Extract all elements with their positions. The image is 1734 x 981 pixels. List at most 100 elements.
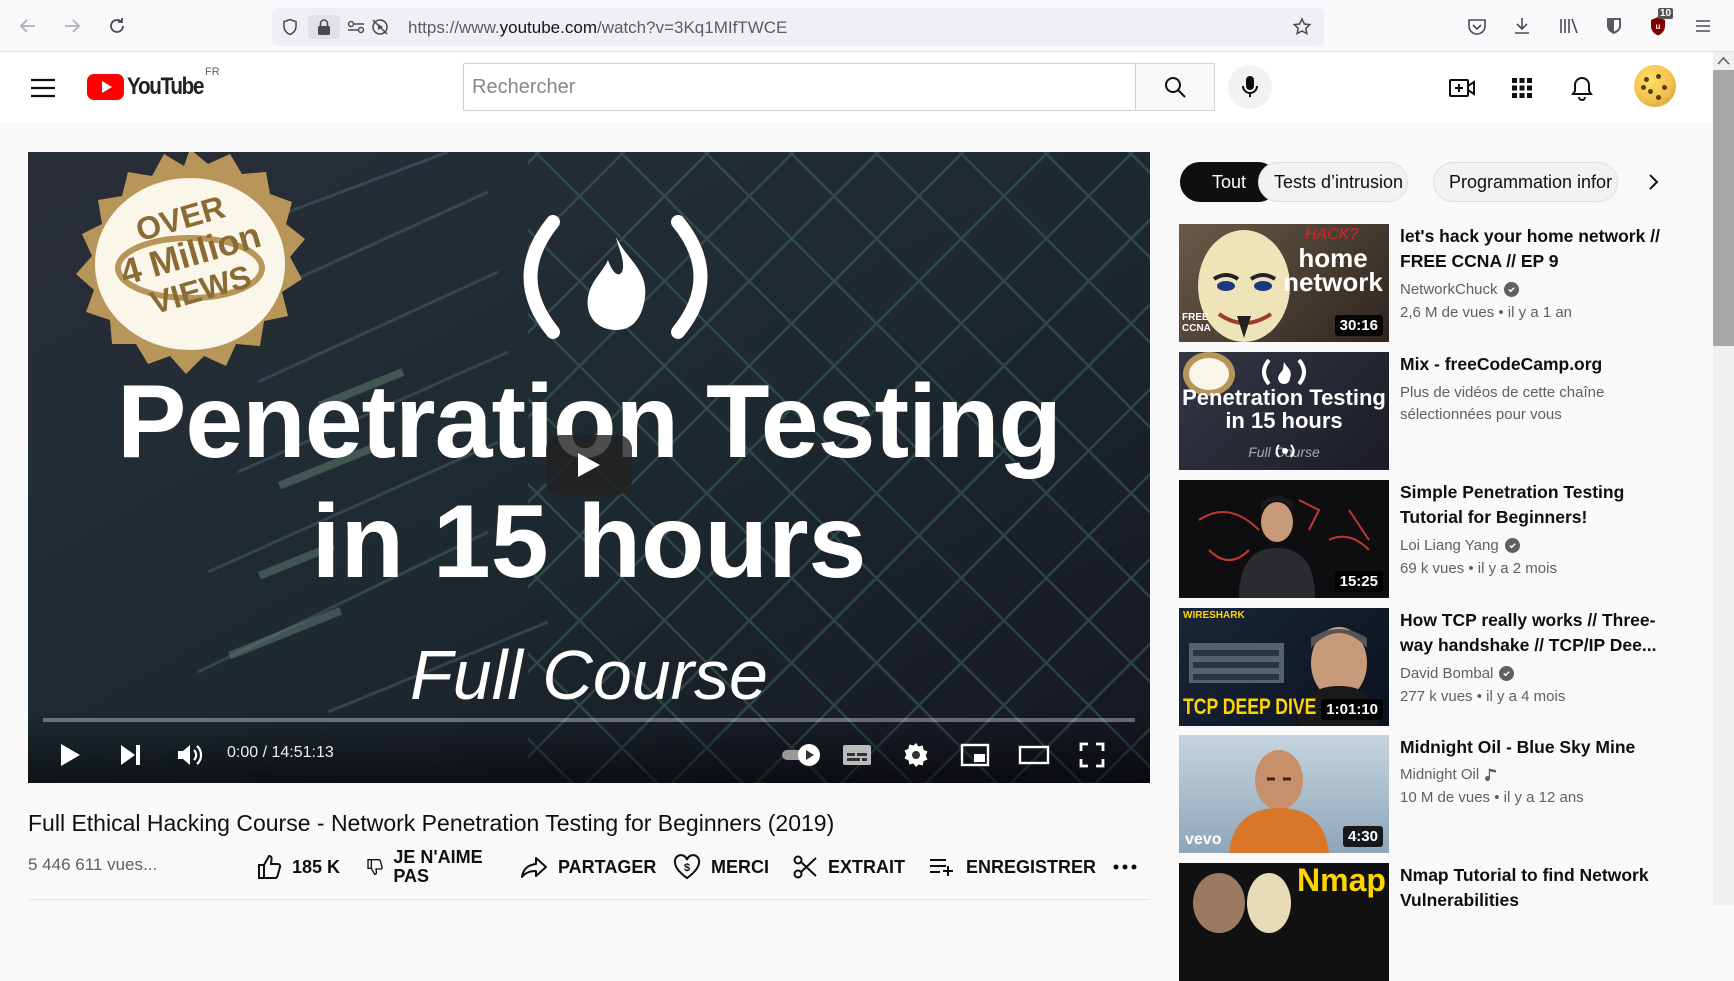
recommendation-item[interactable]: vevo 4:30 Midnight Oil - Blue Sky Mine M… <box>1179 735 1699 853</box>
chip-computer-programming[interactable]: Programmation infor <box>1433 162 1618 202</box>
volume-icon <box>178 745 203 765</box>
save-button[interactable]: ENREGISTRER <box>928 845 1096 889</box>
share-label: PARTAGER <box>558 856 657 877</box>
scissors-icon <box>793 855 817 879</box>
volume-button[interactable] <box>172 737 208 773</box>
recommendation-thumbnail[interactable]: Penetration Testing in 15 hours Full Cour… <box>1179 352 1389 470</box>
youtube-header: YouTube FR <box>0 52 1713 122</box>
pocket-icon[interactable] <box>1463 12 1491 40</box>
arrow-left-icon <box>19 19 35 33</box>
autoplay-blocked-icon[interactable] <box>368 15 392 39</box>
user-avatar[interactable] <box>1634 65 1676 107</box>
back-button[interactable] <box>12 10 44 42</box>
play-icon <box>578 453 600 477</box>
search-icon <box>1165 77 1186 98</box>
browser-toolbar: https://www.youtube.com/watch?v=3Kq1MIfT… <box>0 0 1734 52</box>
recommendation-item[interactable]: Penetration Testing in 15 hours Full Cour… <box>1179 352 1699 470</box>
recommendation-title[interactable]: Midnight Oil - Blue Sky Mine <box>1400 735 1660 760</box>
chips-next-button[interactable] <box>1638 167 1668 197</box>
verified-badge-icon <box>1499 666 1515 681</box>
recommendation-item[interactable]: Nmap Nmap Tutorial to find Network Vulne… <box>1179 863 1699 981</box>
recommendation-title[interactable]: let's hack your home network // FREE CCN… <box>1400 224 1660 274</box>
recommendation-item[interactable]: 15:25 Simple Penetration Testing Tutoria… <box>1179 480 1699 598</box>
recommendation-title[interactable]: How TCP really works // Three-way handsh… <box>1400 608 1660 658</box>
bell-icon <box>1571 76 1593 101</box>
recommendation-thumbnail[interactable]: vevo 4:30 <box>1179 735 1389 853</box>
app-menu-icon[interactable] <box>1689 12 1717 40</box>
search-button[interactable] <box>1135 63 1215 111</box>
create-video-button[interactable] <box>1446 72 1478 104</box>
like-count: 185 K <box>292 856 341 877</box>
subtitles-button[interactable] <box>839 737 875 773</box>
duration-badge: 4:30 <box>1342 826 1383 847</box>
clip-button[interactable]: EXTRAIT <box>792 845 905 889</box>
recommendation-channel[interactable]: NetworkChuck <box>1400 281 1519 298</box>
microphone-icon <box>1242 76 1258 97</box>
voice-search-button[interactable] <box>1228 65 1272 109</box>
url-bar[interactable]: https://www.youtube.com/watch?v=3Kq1MIfT… <box>272 8 1324 46</box>
miniplayer-icon <box>960 743 990 767</box>
country-code: FR <box>205 66 220 78</box>
svg-text:u: u <box>1656 22 1661 31</box>
ublock-icon[interactable]: u 10 <box>1644 8 1674 40</box>
share-button[interactable]: PARTAGER <box>520 845 656 889</box>
page-scrollbar-thumb[interactable] <box>1713 70 1734 346</box>
miniplayer-button[interactable] <box>957 737 993 773</box>
library-icon[interactable] <box>1555 12 1583 40</box>
url-text[interactable]: https://www.youtube.com/watch?v=3Kq1MIfT… <box>408 18 787 38</box>
recommendation-item[interactable]: WIRESHARK TCP DEEP DIVE 1:01:10 How TCP … <box>1179 608 1699 726</box>
recommendation-title[interactable]: Nmap Tutorial to find Network Vulnerabil… <box>1400 863 1660 913</box>
scroll-up-arrow-icon[interactable] <box>1717 56 1730 66</box>
subtitles-icon <box>843 745 871 765</box>
recommendation-thumbnail[interactable]: HACK? home network FREE CCNA 30:16 <box>1179 224 1389 342</box>
recommendation-description: Plus de vidéos de cette chaîne sélection… <box>1400 384 1605 423</box>
dislike-button[interactable]: JE N'AIME PAS <box>366 845 496 889</box>
theater-mode-button[interactable] <box>1016 737 1052 773</box>
hamburger-menu-icon[interactable] <box>28 74 58 102</box>
recommendation-title[interactable]: Simple Penetration Testing Tutorial for … <box>1400 480 1660 530</box>
notifications-button[interactable] <box>1566 72 1598 104</box>
forward-button[interactable] <box>56 10 88 42</box>
permissions-icon[interactable] <box>344 15 368 39</box>
reload-button[interactable] <box>101 10 133 42</box>
youtube-wordmark: YouTube <box>127 73 204 100</box>
view-count[interactable]: 5 446 611 vues... <box>28 855 157 875</box>
progress-bar[interactable] <box>43 718 1135 722</box>
svg-text:$: $ <box>684 862 690 874</box>
recommendation-item[interactable]: HACK? home network FREE CCNA 30:16 let's … <box>1179 224 1699 342</box>
thanks-button[interactable]: $ MERCI <box>673 845 769 889</box>
like-button[interactable]: 185 K <box>256 845 340 889</box>
theater-mode-icon <box>1018 745 1050 765</box>
recommendation-thumbnail[interactable]: WIRESHARK TCP DEEP DIVE 1:01:10 <box>1179 608 1389 726</box>
autoplay-toggle[interactable] <box>779 737 825 773</box>
verified-badge-icon <box>1503 282 1519 297</box>
chip-penetration-tests[interactable]: Tests d’intrusion <box>1258 162 1408 202</box>
next-button[interactable] <box>112 737 148 773</box>
recommendation-thumbnail[interactable]: 15:25 <box>1179 480 1389 598</box>
download-icon[interactable] <box>1508 12 1536 40</box>
youtube-logo[interactable]: YouTube <box>87 72 216 102</box>
bookmark-star-icon[interactable] <box>1290 15 1314 39</box>
fullscreen-button[interactable] <box>1074 737 1110 773</box>
recommendation-thumbnail[interactable]: Nmap <box>1179 863 1389 981</box>
recommendation-channel[interactable]: Midnight Oil <box>1400 766 1497 783</box>
reload-icon <box>110 18 124 33</box>
apps-button[interactable] <box>1506 72 1538 104</box>
duration-badge: 30:16 <box>1334 315 1383 336</box>
recommendation-title[interactable]: Mix - freeCodeCamp.org <box>1400 352 1660 377</box>
save-label: ENREGISTRER <box>966 856 1097 877</box>
duration-badge: 1:01:10 <box>1321 699 1383 720</box>
bitwarden-icon[interactable] <box>1600 12 1628 40</box>
shield-icon[interactable] <box>278 15 302 39</box>
recommendation-channel[interactable]: David Bombal <box>1400 665 1515 682</box>
recommendation-channel[interactable]: Loi Liang Yang <box>1400 537 1520 554</box>
settings-button[interactable] <box>898 737 934 773</box>
search-input[interactable] <box>464 64 1136 110</box>
video-player[interactable]: OVER 4 Million VIEWS Penetration Testing… <box>28 152 1150 783</box>
play-button[interactable] <box>52 737 88 773</box>
more-actions-icon[interactable] <box>1110 855 1140 879</box>
thumbnail-subtitle: Full Course <box>410 636 768 714</box>
center-play-button[interactable] <box>546 435 632 495</box>
lock-icon[interactable] <box>308 15 340 39</box>
recommendation-meta: 2,6 M de vues • il y a 1 an <box>1400 304 1573 321</box>
